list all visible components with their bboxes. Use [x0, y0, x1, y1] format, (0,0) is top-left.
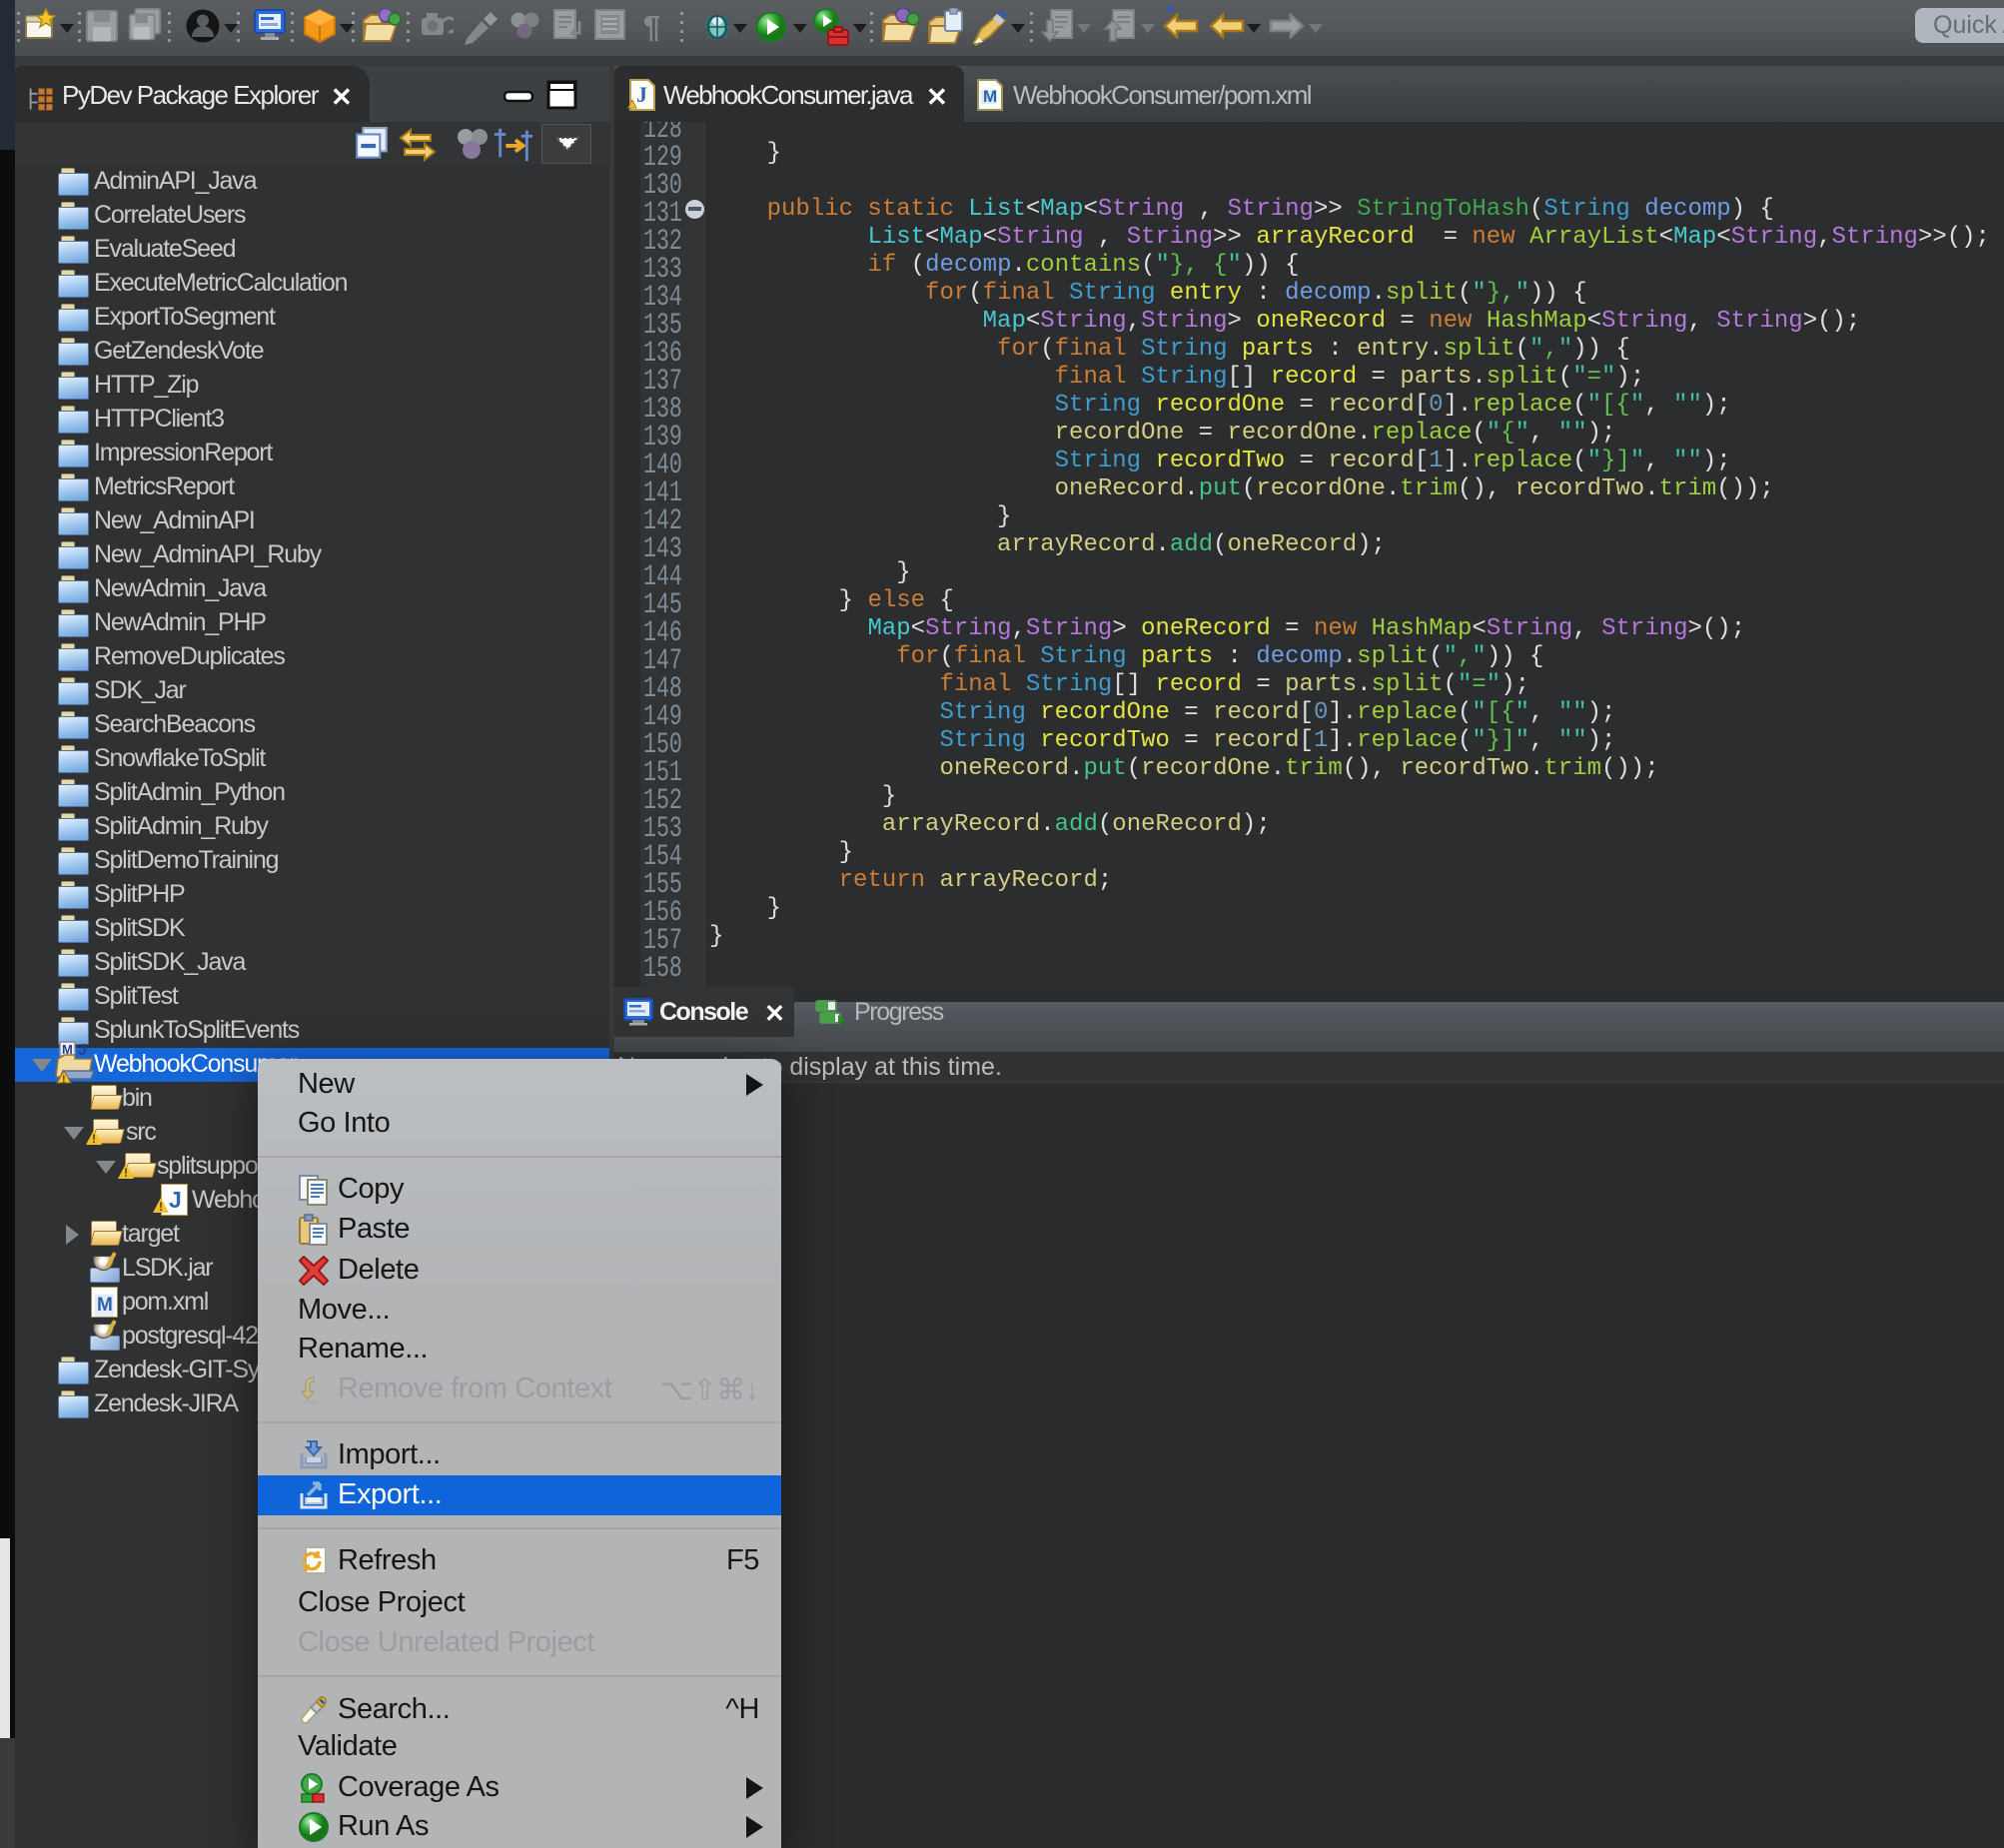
svg-text:J: J [636, 82, 647, 107]
svg-text:J: J [78, 1042, 86, 1059]
svg-text:M: M [983, 87, 997, 106]
svg-text:*: * [1167, 6, 1174, 22]
